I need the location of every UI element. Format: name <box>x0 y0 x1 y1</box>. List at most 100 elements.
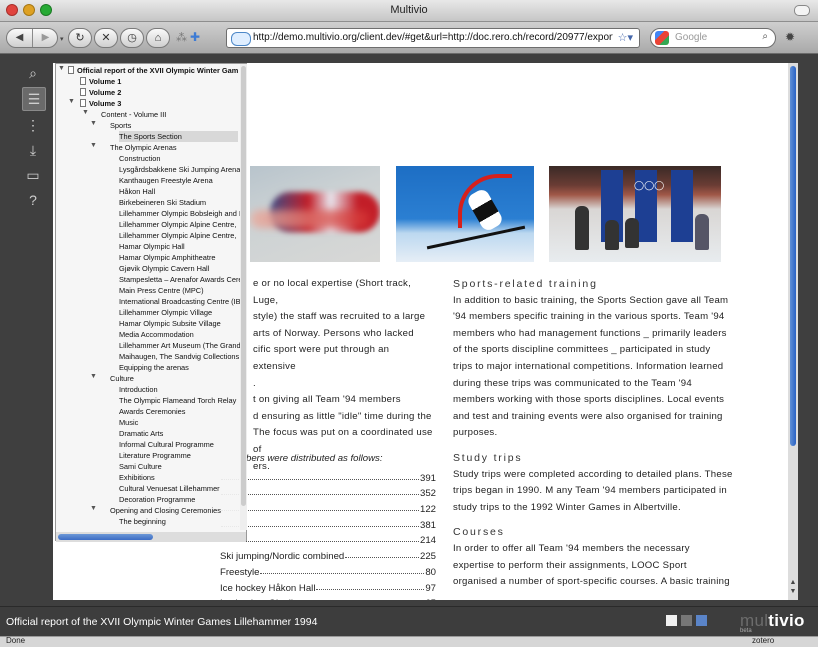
tree-item[interactable]: International Broadcasting Centre (IB <box>119 296 241 307</box>
tree-item[interactable]: The Olympic Arenas <box>110 142 177 153</box>
tree-scroll-thumb[interactable] <box>241 66 246 506</box>
bookmark-star-icon[interactable]: ☆▾ <box>618 31 633 44</box>
tree-item[interactable]: Kanthaugen Freestyle Arena <box>119 175 213 186</box>
row-count: 352 <box>419 488 436 500</box>
download-icon[interactable]: ⤓ <box>22 139 44 161</box>
google-icon[interactable] <box>655 31 669 45</box>
tree-item[interactable]: Hamar Olympic Hall <box>119 241 185 252</box>
document-scroll-thumb[interactable] <box>790 66 796 446</box>
expand-triangle-icon[interactable]: ▼ <box>90 120 97 127</box>
tree-item[interactable]: The Olympic Flameand Torch Relay <box>119 395 236 406</box>
text-line: arts of Norway. Persons who lacked <box>253 327 414 339</box>
tree-item[interactable]: Media Accommodation <box>119 329 194 340</box>
tree-item[interactable]: Maihaugen, The Sandvig Collections <box>119 351 239 362</box>
text-line: members working with those sports discip… <box>453 394 725 406</box>
tree-item[interactable]: Awards Ceremonies <box>119 406 185 417</box>
tree-item[interactable]: Birkebeineren Ski Stadium <box>119 197 206 208</box>
history-button[interactable]: ◷ <box>120 28 144 48</box>
tree-item[interactable]: Music <box>119 417 138 428</box>
view-mode-double-icon[interactable] <box>681 615 692 626</box>
history-dropdown-icon[interactable]: ▾ <box>60 35 64 43</box>
tree-item[interactable]: Introduction <box>119 384 158 395</box>
text-line: In addition to basic training, the Sport… <box>453 294 729 306</box>
gear-icon[interactable]: ✹ <box>785 30 795 44</box>
tree-item[interactable]: Sami Culture <box>119 461 162 472</box>
expand-triangle-icon[interactable]: ▼ <box>90 373 97 380</box>
site-identity-icon[interactable] <box>231 32 251 46</box>
tree-item[interactable]: Hamar Olympic Subsite Village <box>119 318 221 329</box>
view-mode-single-icon[interactable] <box>666 615 677 626</box>
list-icon[interactable]: ☰ <box>22 87 46 111</box>
text-line: purposes. <box>453 427 498 439</box>
tree-item[interactable]: Lillehammer Olympic Bobsleigh and L <box>119 208 243 219</box>
tree-item[interactable]: Culture <box>110 373 134 384</box>
expand-triangle-icon[interactable]: ▼ <box>58 65 65 72</box>
home-button[interactable]: ⌂ <box>146 28 170 48</box>
bookmark-sidebar-icon[interactable]: ✚ <box>190 30 200 44</box>
table-row: Ski jumping/Nordic combined 225 <box>166 546 436 562</box>
addon-icon[interactable]: ⁂ <box>176 31 187 44</box>
tree-item[interactable]: Opening and Closing Ceremonies <box>110 505 221 516</box>
tree-item[interactable]: The beginning <box>119 516 166 527</box>
tree-item[interactable]: Official report of the XVII Olympic Wint… <box>77 65 238 76</box>
tree-item[interactable]: Håkon Hall <box>119 186 155 197</box>
leader-dots <box>316 588 425 590</box>
search-placeholder: Google <box>675 32 708 43</box>
expand-triangle-icon[interactable]: ▼ <box>82 109 89 116</box>
tree-item[interactable]: Construction <box>119 153 161 164</box>
view-mode-grid-icon[interactable] <box>696 615 707 626</box>
tree-item[interactable]: Cultural Venuesat Lillehammer <box>119 483 220 494</box>
search-box[interactable]: Google ⌕ <box>650 28 776 48</box>
tree-item[interactable]: Lysgårdsbakkene Ski Jumping Arena <box>119 164 240 175</box>
tree-item[interactable]: Stampesletta – Arenafor Awards Cere <box>119 274 243 285</box>
tree-item[interactable]: Lillehammer Art Museum (The Grand <box>119 340 241 351</box>
address-text[interactable]: http://demo.multivio.org/client.dev/#get… <box>253 32 613 43</box>
zotero-addon[interactable]: zotero <box>752 636 774 646</box>
help-icon[interactable]: ? <box>22 189 44 211</box>
tree-item[interactable]: Hamar Olympic Amphitheatre <box>119 252 216 263</box>
scroll-arrows[interactable]: ▲ ▼ <box>788 578 798 596</box>
tree-item[interactable]: Informal Cultural Programme <box>119 439 214 450</box>
forward-button[interactable]: ▶ <box>33 29 58 47</box>
expand-triangle-icon[interactable]: ▼ <box>90 142 97 149</box>
address-bar[interactable]: http://demo.multivio.org/client.dev/#get… <box>226 28 640 48</box>
tree-item[interactable]: Volume 3 <box>89 98 121 109</box>
reload-icon: ↻ <box>75 32 85 44</box>
tree-item[interactable]: Volume 1 <box>89 76 121 87</box>
tree-item[interactable]: Main Press Centre (MPC) <box>119 285 204 296</box>
text-line: expertise to perform their assignments, … <box>453 559 687 571</box>
tree-item[interactable]: Dramatic Arts <box>119 428 163 439</box>
tree-icon[interactable]: ⋮ <box>22 114 44 136</box>
row-label: Freestyle <box>220 566 260 578</box>
tree-item[interactable]: Equipping the arenas <box>119 362 189 373</box>
clock-icon: ◷ <box>127 32 137 44</box>
tree-item[interactable]: Exhibitions <box>119 472 155 483</box>
tree-item[interactable]: Lillehammer Olympic Village <box>119 307 212 318</box>
back-button[interactable]: ◀ <box>7 29 33 47</box>
stop-button[interactable]: ✕ <box>94 28 118 48</box>
tree-item[interactable]: The Sports Section <box>119 131 238 142</box>
leader-dots <box>221 541 419 543</box>
magnifier-icon[interactable]: ⌕ <box>762 31 768 42</box>
left-column-text: e or no local expertise (Short track, Lu… <box>253 276 433 475</box>
tree-horizontal-thumb[interactable] <box>58 534 153 540</box>
toolbar-toggle-button[interactable] <box>794 5 810 16</box>
row-count: 381 <box>419 519 436 531</box>
search-icon[interactable]: ⌕ <box>22 62 44 84</box>
reload-button[interactable]: ↻ <box>68 28 92 48</box>
tree-item[interactable]: Sports <box>110 120 131 131</box>
row-count: 97 <box>425 582 436 594</box>
text-line: during these trips was communicated to t… <box>453 377 692 389</box>
tree-item[interactable]: Volume 2 <box>89 87 121 98</box>
tree-item[interactable]: Gjøvik Olympic Cavern Hall <box>119 263 209 274</box>
window-title: Multivio <box>390 4 428 16</box>
tree-item[interactable]: Literature Programme <box>119 450 191 461</box>
tree-item[interactable]: Content - Volume III <box>101 109 166 120</box>
page-icon[interactable]: ▭ <box>22 164 44 186</box>
tree-item[interactable]: Decoration Programme <box>119 494 195 505</box>
tree-item[interactable]: Lillehammer Olympic Alpine Centre, <box>119 219 236 230</box>
expand-triangle-icon[interactable]: ▼ <box>68 98 75 105</box>
tree-item[interactable]: Lillehammer Olympic Alpine Centre, <box>119 230 236 241</box>
text-line: and test and training events were also o… <box>453 410 723 422</box>
expand-triangle-icon[interactable]: ▼ <box>90 505 97 512</box>
